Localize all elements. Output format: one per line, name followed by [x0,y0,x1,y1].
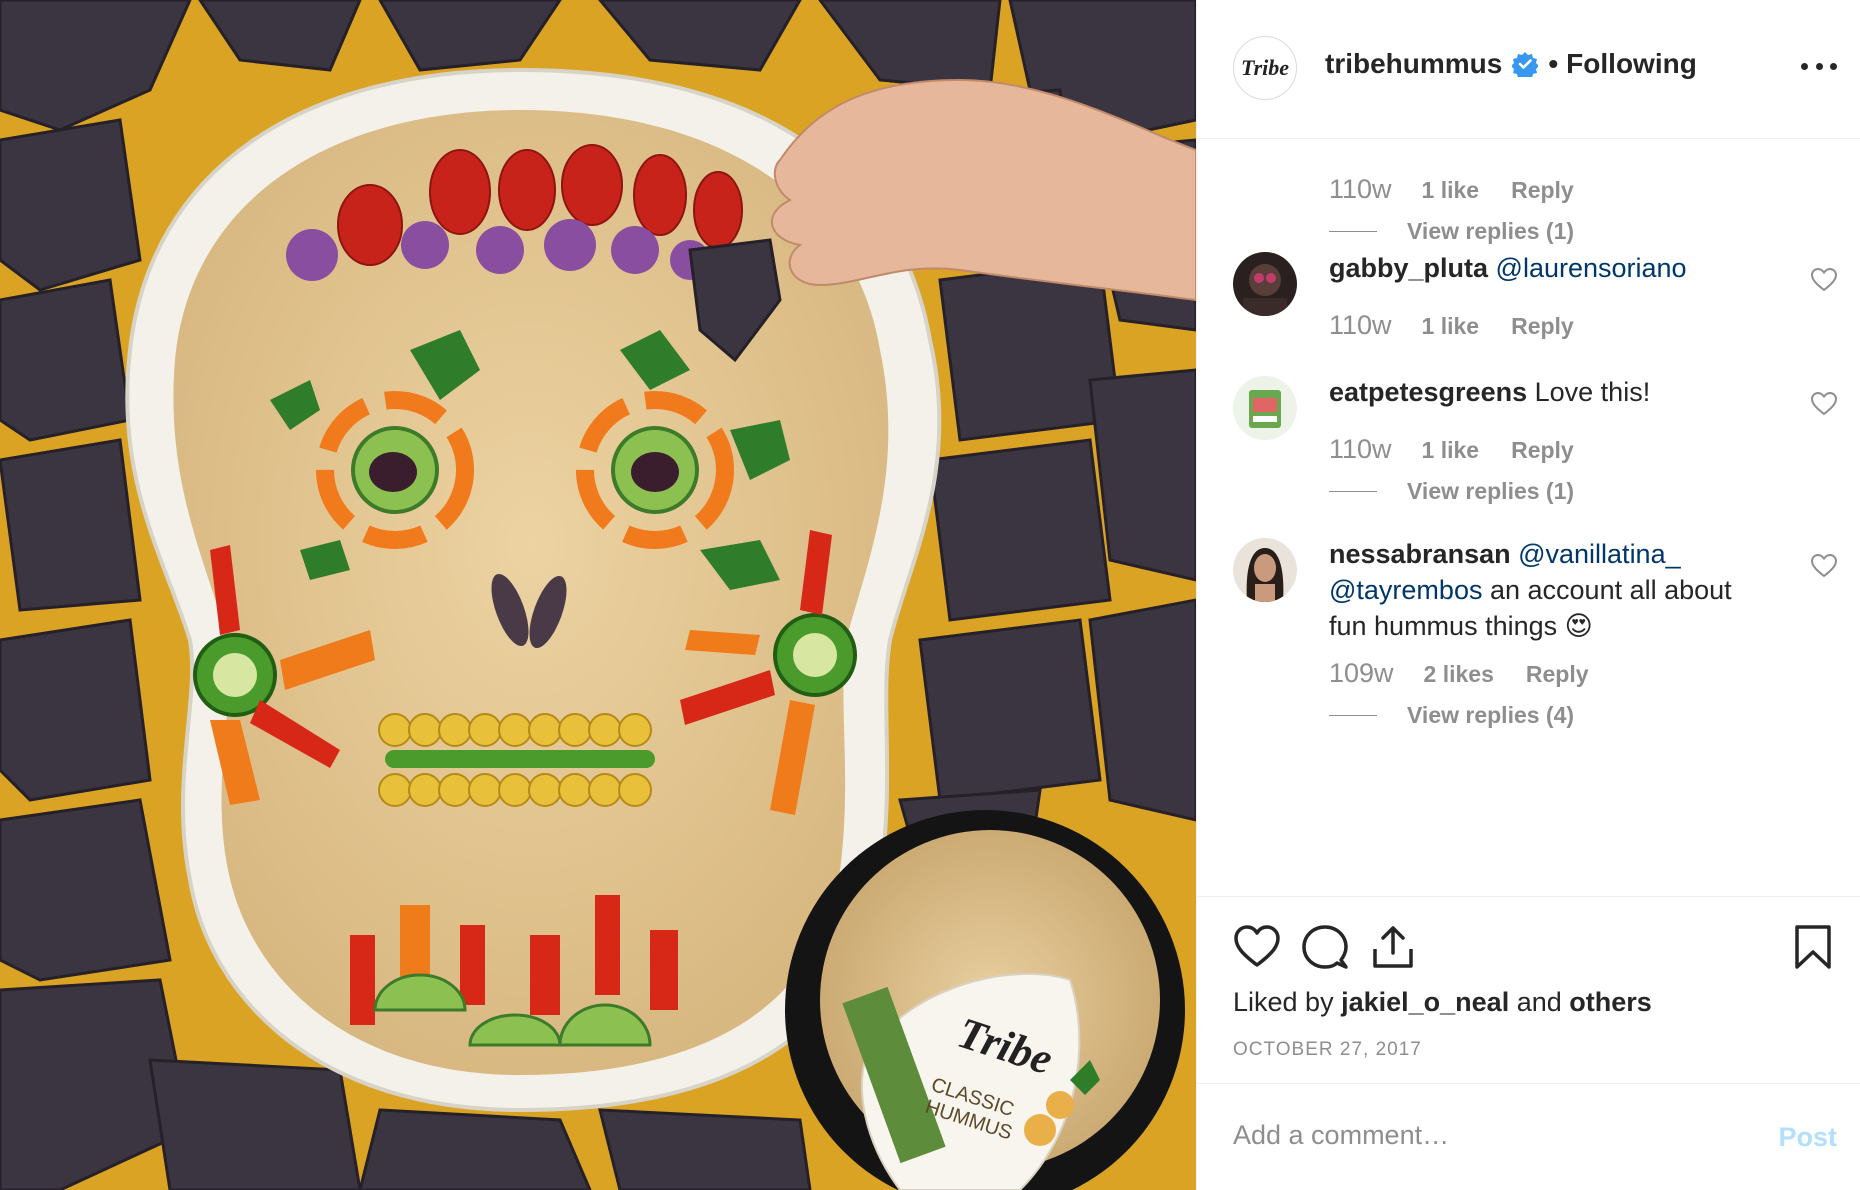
view-replies-line [1329,491,1377,492]
share-icon[interactable] [1369,923,1417,971]
view-replies-line [1329,715,1377,716]
comment-avatar[interactable] [1233,376,1297,440]
add-comment-bar: Post [1197,1083,1860,1190]
comment-time[interactable]: 109w [1329,658,1394,689]
comment-bubble-icon[interactable] [1301,923,1349,971]
reply-button[interactable]: Reply [1511,313,1574,340]
liked-by-and: and [1516,987,1562,1017]
brand-logo-text: Tribe [1240,55,1290,80]
comment-username[interactable]: eatpetesgreens [1329,377,1527,407]
view-replies-label: View replies (1) [1407,218,1575,244]
reply-button[interactable]: Reply [1511,437,1574,464]
header-user-row: tribehummus • Following [1325,48,1697,80]
comment-body-cont: fun hummus things [1329,611,1558,641]
comment-mention[interactable]: @laurensoriano [1496,253,1687,283]
liked-by-user[interactable]: jakiel_o_neal [1341,987,1509,1017]
comment-like-heart-icon[interactable] [1811,268,1837,292]
comment-text: eatpetesgreens Love this! [1329,374,1769,410]
comment-username[interactable]: gabby_pluta [1329,253,1488,283]
comment-body: Love this! [1534,377,1651,407]
comments-list[interactable]: 110w 1 like Reply View replies (1) gabby… [1197,140,1860,896]
reply-button[interactable]: Reply [1511,177,1574,204]
separator-dot: • [1548,48,1559,79]
comment-meta: 110w 1 like Reply [1329,174,1574,205]
more-options-icon[interactable] [1801,54,1837,78]
comment-likes[interactable]: 1 like [1422,313,1480,340]
post-photo[interactable]: Tribe CLASSIC HUMMUS [0,0,1196,1190]
comment-time[interactable]: 110w [1329,434,1392,465]
post-date[interactable]: OCTOBER 27, 2017 [1233,1039,1422,1061]
hummus-skull-illustration: Tribe CLASSIC HUMMUS [0,0,1196,1190]
liked-by-line: Liked by jakiel_o_neal and others [1233,987,1652,1018]
comment-text: nessabransan @vanillatina_ @tayrembos an… [1329,536,1799,644]
view-replies-label: View replies (4) [1407,702,1575,728]
post-comment-button[interactable]: Post [1778,1122,1837,1153]
view-replies-line [1329,231,1377,232]
comment-likes[interactable]: 1 like [1422,177,1480,204]
comment-time[interactable]: 110w [1329,310,1392,341]
comment-text: gabby_pluta @laurensoriano [1329,250,1769,286]
view-replies-button[interactable]: View replies (1) [1329,478,1574,505]
avatar-image [1233,538,1297,602]
comment-likes[interactable]: 2 likes [1424,661,1494,688]
profile-avatar[interactable]: Tribe [1233,36,1297,100]
view-replies-label: View replies (1) [1407,478,1575,504]
comment-like-heart-icon[interactable] [1811,554,1837,578]
comment-avatar[interactable] [1233,538,1297,602]
like-heart-icon[interactable] [1233,923,1281,971]
comment-meta: 110w 1 like Reply [1329,310,1574,341]
comment-username[interactable]: nessabransan [1329,539,1511,569]
comment-body: an account all about [1489,575,1732,605]
comment-time[interactable]: 110w [1329,174,1392,205]
liked-by-prefix: Liked by [1233,987,1334,1017]
comment-avatar[interactable] [1233,252,1297,316]
bookmark-icon[interactable] [1789,923,1837,971]
view-replies-button[interactable]: View replies (1) [1329,218,1574,245]
comment-like-heart-icon[interactable] [1811,392,1837,416]
add-comment-input[interactable] [1233,1120,1733,1151]
comment-meta: 109w 2 likes Reply [1329,658,1589,689]
comment-meta: 110w 1 like Reply [1329,434,1574,465]
post-username[interactable]: tribehummus [1325,48,1502,80]
comment-mention[interactable]: @tayrembos [1329,575,1482,605]
post-actions: Liked by jakiel_o_neal and others OCTOBE… [1197,896,1860,1082]
avatar-image [1233,252,1297,316]
post-header: Tribe tribehummus • Following [1197,0,1860,139]
comment-likes[interactable]: 1 like [1422,437,1480,464]
view-replies-button[interactable]: View replies (4) [1329,702,1574,729]
avatar-image [1233,376,1297,440]
comment-mention[interactable]: @vanillatina_ [1518,539,1681,569]
reply-button[interactable]: Reply [1526,661,1589,688]
liked-by-others[interactable]: others [1569,987,1652,1017]
follow-status-button[interactable]: Following [1566,48,1697,80]
heart-eyes-emoji: 😍 [1564,611,1593,641]
post-sidebar: Tribe tribehummus • Following 110w 1 lik… [1196,0,1860,1190]
verified-badge-icon [1512,52,1539,77]
